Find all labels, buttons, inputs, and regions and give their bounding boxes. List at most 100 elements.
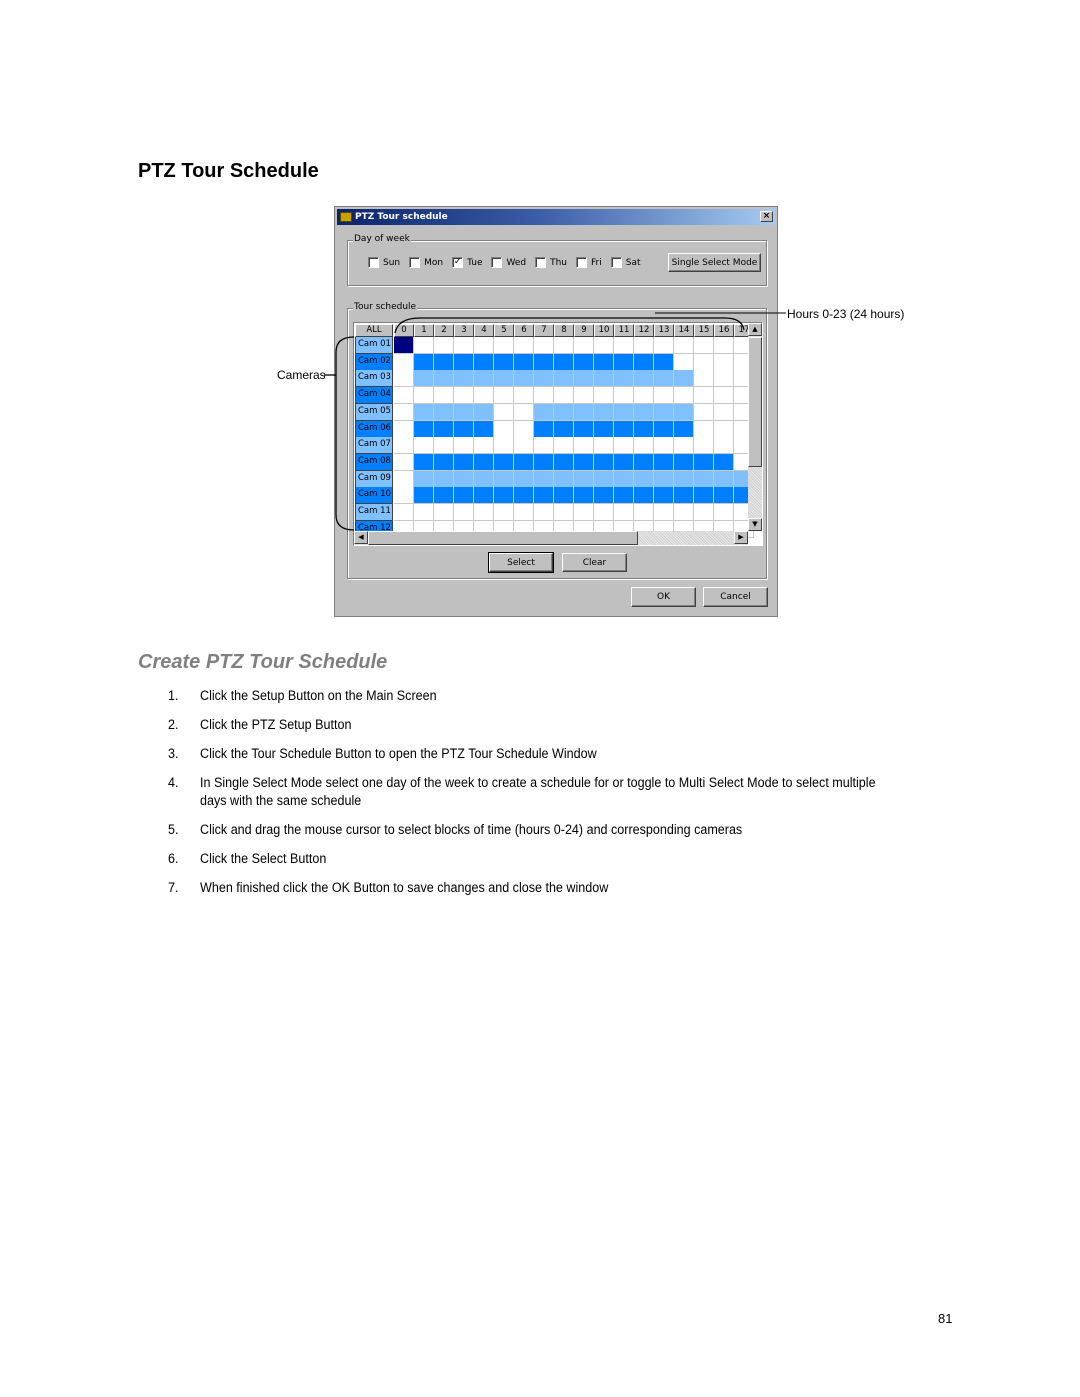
schedule-cell[interactable] xyxy=(674,420,694,438)
day-tue-checkbox[interactable]: ✓ xyxy=(452,257,464,268)
schedule-cell[interactable] xyxy=(454,387,474,405)
day-mon-checkbox[interactable] xyxy=(409,257,421,268)
schedule-cell[interactable] xyxy=(534,403,554,421)
hour-header-16[interactable]: 16 xyxy=(714,324,734,337)
schedule-cell[interactable] xyxy=(434,387,454,405)
schedule-cell[interactable] xyxy=(414,487,434,505)
schedule-cell[interactable] xyxy=(574,437,594,455)
schedule-cell[interactable] xyxy=(634,337,654,354)
schedule-cell[interactable] xyxy=(394,470,414,488)
schedule-cell[interactable] xyxy=(434,487,454,505)
scroll-down-button[interactable]: ▼ xyxy=(748,518,762,531)
schedule-cell[interactable] xyxy=(594,470,614,488)
camera-row-header[interactable]: Cam 06 xyxy=(355,420,393,438)
camera-row-header[interactable]: Cam 04 xyxy=(355,387,393,405)
schedule-cell[interactable] xyxy=(534,470,554,488)
schedule-cell[interactable] xyxy=(714,403,734,421)
camera-row-header[interactable]: Cam 01 xyxy=(355,337,393,354)
schedule-cell[interactable] xyxy=(594,370,614,388)
camera-row-header[interactable]: Cam 03 xyxy=(355,370,393,388)
day-sat[interactable]: Sat xyxy=(610,257,641,268)
schedule-cell[interactable] xyxy=(634,470,654,488)
schedule-cell[interactable] xyxy=(414,504,434,521)
close-button[interactable]: × xyxy=(760,211,773,222)
camera-row-header[interactable]: Cam 07 xyxy=(355,437,393,455)
schedule-cell[interactable] xyxy=(594,487,614,505)
hour-header-2[interactable]: 2 xyxy=(434,324,454,337)
schedule-cell[interactable] xyxy=(554,453,574,471)
scroll-up-button[interactable]: ▲ xyxy=(748,323,762,336)
schedule-cell[interactable] xyxy=(494,437,514,455)
hour-header-1[interactable]: 1 xyxy=(414,324,434,337)
schedule-cell[interactable] xyxy=(394,370,414,388)
schedule-cell[interactable] xyxy=(574,370,594,388)
schedule-cell[interactable] xyxy=(414,437,434,455)
schedule-cell[interactable] xyxy=(534,437,554,455)
schedule-cell[interactable] xyxy=(534,387,554,405)
schedule-cell[interactable] xyxy=(694,470,714,488)
schedule-cell[interactable] xyxy=(394,403,414,421)
schedule-cell[interactable] xyxy=(554,437,574,455)
schedule-cell[interactable] xyxy=(514,437,534,455)
schedule-cell[interactable] xyxy=(494,487,514,505)
day-tue[interactable]: ✓ Tue xyxy=(452,257,482,268)
schedule-cell[interactable] xyxy=(654,504,674,521)
scroll-left-button[interactable]: ◀ xyxy=(354,531,368,544)
schedule-cell[interactable] xyxy=(634,504,654,521)
schedule-cell[interactable] xyxy=(394,437,414,455)
schedule-cell[interactable] xyxy=(634,370,654,388)
hour-header-8[interactable]: 8 xyxy=(554,324,574,337)
cancel-button[interactable]: Cancel xyxy=(703,587,768,607)
schedule-cell[interactable] xyxy=(694,370,714,388)
schedule-cell[interactable] xyxy=(494,470,514,488)
schedule-cell[interactable] xyxy=(634,353,654,371)
schedule-cell[interactable] xyxy=(554,353,574,371)
schedule-cell[interactable] xyxy=(654,337,674,354)
schedule-cell[interactable] xyxy=(534,487,554,505)
schedule-cell[interactable] xyxy=(614,420,634,438)
schedule-cell[interactable] xyxy=(534,504,554,521)
day-sun-checkbox[interactable] xyxy=(368,257,379,268)
schedule-cell[interactable] xyxy=(634,420,654,438)
schedule-cell[interactable] xyxy=(434,504,454,521)
schedule-cell[interactable] xyxy=(594,504,614,521)
schedule-cell[interactable] xyxy=(414,353,434,371)
schedule-cell[interactable] xyxy=(634,437,654,455)
schedule-cell[interactable] xyxy=(714,504,734,521)
schedule-cell[interactable] xyxy=(454,420,474,438)
schedule-cell[interactable] xyxy=(574,337,594,354)
day-mon[interactable]: Mon xyxy=(409,257,443,268)
schedule-cell[interactable] xyxy=(394,504,414,521)
schedule-cell[interactable] xyxy=(674,353,694,371)
schedule-cell[interactable] xyxy=(474,353,494,371)
schedule-cell[interactable] xyxy=(674,453,694,471)
schedule-cell[interactable] xyxy=(494,370,514,388)
hour-header-12[interactable]: 12 xyxy=(634,324,654,337)
schedule-cell[interactable] xyxy=(414,337,434,354)
schedule-cell[interactable] xyxy=(654,487,674,505)
schedule-cell[interactable] xyxy=(434,470,454,488)
schedule-cell[interactable] xyxy=(714,337,734,354)
schedule-cell[interactable] xyxy=(454,403,474,421)
schedule-cell[interactable] xyxy=(394,420,414,438)
scroll-right-button[interactable]: ▶ xyxy=(734,531,748,544)
schedule-cell[interactable] xyxy=(614,370,634,388)
schedule-cell[interactable] xyxy=(694,504,714,521)
schedule-cell[interactable] xyxy=(494,337,514,354)
select-button[interactable]: Select xyxy=(488,552,554,573)
schedule-cell[interactable] xyxy=(554,337,574,354)
schedule-cell[interactable] xyxy=(654,453,674,471)
schedule-cell[interactable] xyxy=(534,420,554,438)
schedule-cell[interactable] xyxy=(554,470,574,488)
day-wed[interactable]: Wed xyxy=(491,257,526,268)
schedule-cell[interactable] xyxy=(594,403,614,421)
hour-header-11[interactable]: 11 xyxy=(614,324,634,337)
schedule-cell[interactable] xyxy=(434,337,454,354)
schedule-cell[interactable] xyxy=(554,387,574,405)
camera-row-header[interactable]: Cam 10 xyxy=(355,487,393,505)
schedule-cell[interactable] xyxy=(474,387,494,405)
hour-header-5[interactable]: 5 xyxy=(494,324,514,337)
schedule-cell[interactable] xyxy=(694,337,714,354)
schedule-cell[interactable] xyxy=(434,453,454,471)
select-all-header[interactable]: ALL xyxy=(355,324,393,337)
